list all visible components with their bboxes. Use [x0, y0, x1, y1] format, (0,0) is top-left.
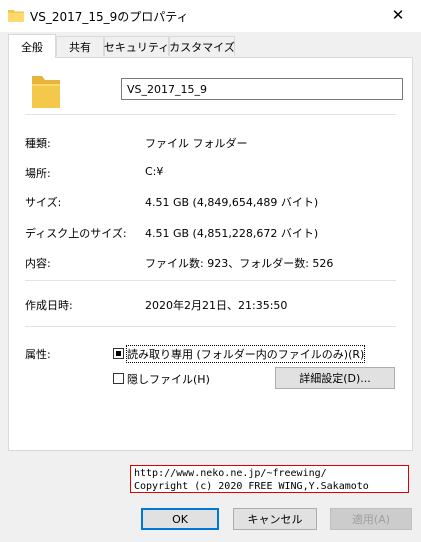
divider — [25, 280, 396, 281]
size-label: サイズ: — [25, 196, 62, 209]
close-icon: ✕ — [391, 6, 405, 24]
divider — [25, 114, 396, 115]
readonly-checkbox[interactable] — [113, 348, 124, 359]
type-value: ファイル フォルダー — [145, 137, 248, 150]
contents-value: ファイル数: 923、フォルダー数: 526 — [145, 257, 334, 270]
hidden-checkbox[interactable] — [113, 373, 124, 384]
folder-name-input[interactable] — [121, 78, 403, 100]
size-value: 4.51 GB (4,849,654,489 バイト) — [145, 196, 319, 209]
disk-size-label: ディスク上のサイズ: — [25, 227, 127, 240]
contents-label: 内容: — [25, 257, 51, 270]
attributes-label: 属性: — [25, 348, 51, 361]
title-bar: VS_2017_15_9のプロパティ ✕ — [0, 0, 421, 32]
readonly-checkbox-label[interactable]: 読み取り専用 (フォルダー内のファイルのみ)(R) — [125, 345, 366, 363]
tab-sharing[interactable]: 共有 — [56, 36, 104, 56]
tab-general[interactable]: 全般 — [8, 34, 56, 58]
close-button[interactable]: ✕ — [375, 0, 421, 30]
folder-icon — [8, 10, 24, 22]
cancel-button[interactable]: キャンセル — [233, 508, 317, 530]
window-title: VS_2017_15_9のプロパティ — [30, 10, 189, 24]
tab-security[interactable]: セキュリティ — [104, 36, 169, 56]
copyright-watermark: http://www.neko.ne.jp/~freewing/ Copyrig… — [130, 465, 409, 493]
watermark-line-url: http://www.neko.ne.jp/~freewing/ — [134, 468, 327, 479]
location-label: 場所: — [25, 167, 51, 180]
watermark-line-copyright: Copyright (c) 2020 FREE WING,Y.Sakamoto — [134, 481, 369, 492]
location-value: C:¥ — [145, 165, 164, 178]
advanced-button[interactable]: 詳細設定(D)... — [275, 367, 395, 389]
disk-size-value: 4.51 GB (4,851,228,672 バイト) — [145, 227, 319, 240]
created-value: 2020年2月21日、21:35:50 — [145, 299, 288, 312]
hidden-checkbox-label[interactable]: 隠しファイル(H) — [127, 371, 210, 387]
divider — [25, 326, 396, 327]
general-panel: 種類: ファイル フォルダー 場所: C:¥ サイズ: 4.51 GB (4,8… — [8, 57, 413, 451]
folder-icon — [32, 76, 60, 108]
apply-button[interactable]: 適用(A) — [330, 508, 412, 530]
tab-bar: 全般 共有 セキュリティ カスタマイズ — [8, 34, 412, 58]
created-label: 作成日時: — [25, 299, 73, 312]
type-label: 種類: — [25, 137, 51, 150]
tab-customize[interactable]: カスタマイズ — [169, 36, 235, 56]
ok-button[interactable]: OK — [141, 508, 219, 530]
